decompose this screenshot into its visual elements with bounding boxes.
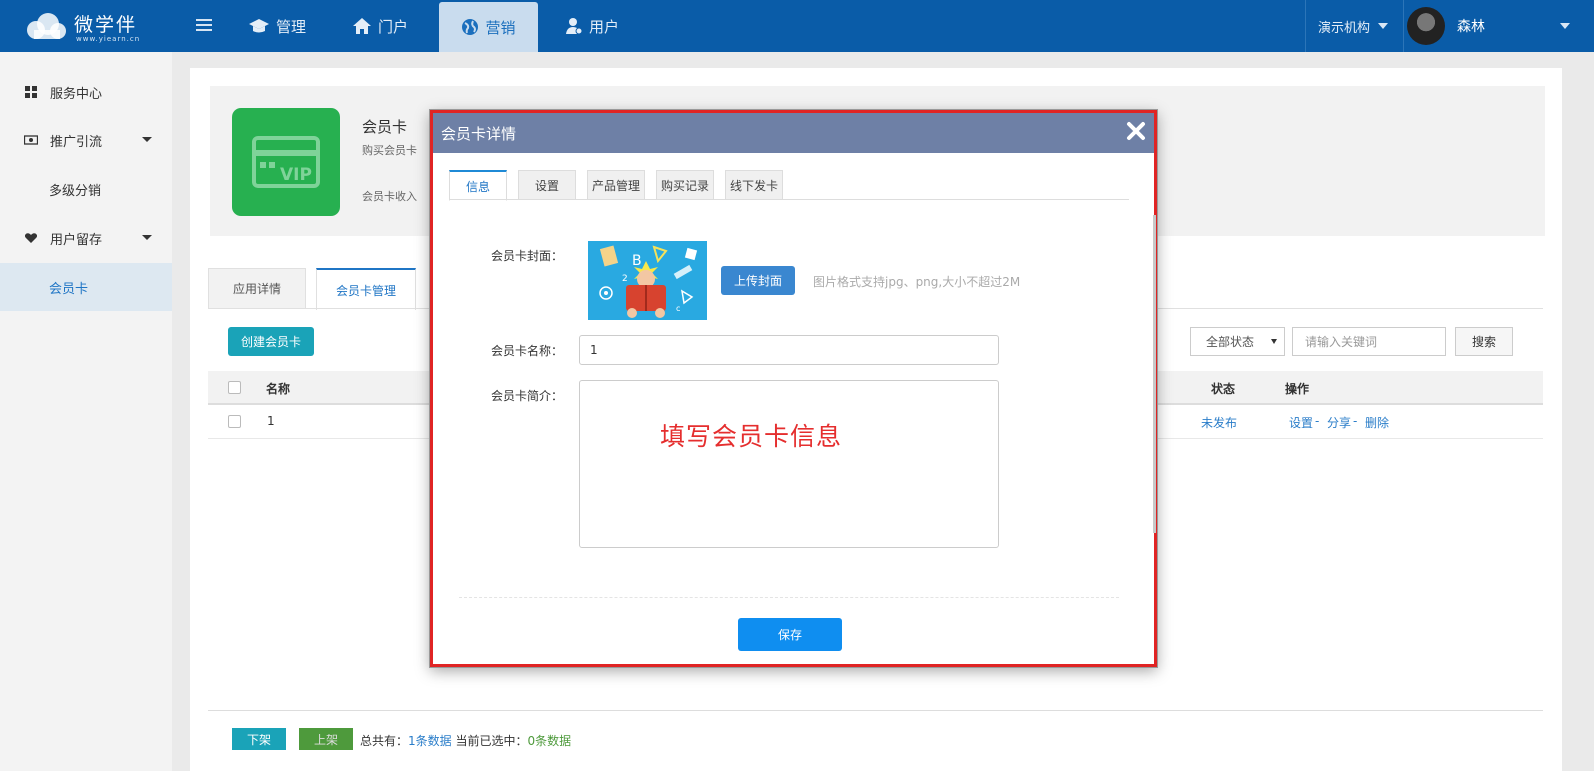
divider — [459, 597, 1119, 598]
menu-toggle-icon[interactable] — [195, 16, 213, 34]
sidebar-item-label: 会员卡 — [49, 281, 89, 297]
tab-info[interactable]: 信息 — [449, 170, 507, 201]
nav-portal[interactable]: 门户 — [352, 0, 408, 52]
divider — [449, 199, 1129, 200]
tab-settings[interactable]: 设置 — [518, 170, 576, 200]
row-action-settings[interactable]: 设置 — [1289, 414, 1313, 431]
row-name: 1 — [267, 414, 275, 428]
nav-manage[interactable]: 管理 — [248, 0, 306, 52]
chevron-down-icon — [142, 235, 152, 240]
cloud-logo-icon — [27, 13, 66, 39]
chevron-down-icon — [142, 137, 152, 142]
search-button[interactable]: 搜索 — [1455, 327, 1513, 356]
vip-label: VIP — [280, 165, 312, 185]
home-icon — [352, 17, 372, 35]
user-icon — [565, 17, 583, 35]
top-navbar: 微学伴 www.yiearn.cn 管理 门户 营销 用户 演示机构 森林 — [0, 0, 1594, 52]
close-icon[interactable] — [1126, 121, 1146, 141]
sidebar-item-label: 用户留存 — [50, 232, 103, 248]
sidebar-item-member-card[interactable]: 会员卡 — [0, 263, 172, 311]
status-filter-select[interactable]: 全部状态 — [1190, 327, 1285, 356]
selection-summary: 总共有：1条数据 当前已选中：0条数据 — [360, 734, 572, 748]
annotation-text: 填写会员卡信息 — [660, 422, 843, 451]
upload-cover-button[interactable]: 上传封面 — [721, 266, 795, 295]
sidebar-item-service-center[interactable]: 服务中心 — [0, 68, 172, 116]
app-title: 会员卡 — [362, 118, 408, 136]
sidebar-item-label: 服务中心 — [50, 86, 103, 102]
app-income: 会员卡收入 — [362, 190, 417, 203]
chevron-down-icon — [1271, 339, 1277, 344]
create-card-button[interactable]: 创建会员卡 — [228, 327, 314, 356]
logo[interactable]: 微学伴 www.yiearn.cn — [22, 8, 152, 44]
row-status: 未发布 — [1201, 416, 1238, 430]
selected-count: 0条数据 — [527, 734, 572, 748]
sidebar-item-retention[interactable]: 用户留存 — [0, 214, 172, 262]
row-action-share[interactable]: 分享 — [1327, 414, 1351, 431]
cover-image[interactable]: B 2 c — [588, 241, 707, 320]
sidebar-item-promotion[interactable]: 推广引流 — [0, 116, 172, 164]
money-icon — [24, 133, 38, 147]
keyword-input[interactable]: 请输入关键词 — [1292, 327, 1446, 356]
save-button[interactable]: 保存 — [738, 618, 842, 651]
nav-marketing[interactable]: 营销 — [439, 2, 538, 52]
name-label: 会员卡名称： — [491, 344, 564, 358]
chevron-down-icon — [1560, 23, 1570, 29]
brand-name: 微学伴 — [74, 14, 138, 36]
cover-label: 会员卡封面： — [491, 249, 564, 263]
sidebar: 服务中心 推广引流 多级分销 用户留存 会员卡 — [0, 52, 172, 771]
dialog-title: 会员卡详情 — [441, 125, 517, 143]
total-count: 1条数据 — [408, 734, 452, 748]
scrollbar[interactable] — [1153, 215, 1156, 533]
column-name: 名称 — [266, 382, 291, 396]
grid-icon — [24, 85, 38, 99]
publish-button[interactable]: 上架 — [299, 728, 353, 750]
dialog-header: 会员卡详情 — [433, 113, 1154, 153]
card-name-field[interactable]: 1 — [579, 335, 999, 365]
heart-icon — [24, 231, 38, 245]
column-actions: 操作 — [1285, 382, 1310, 396]
brand-site: www.yiearn.cn — [76, 35, 141, 43]
svg-text:c: c — [676, 304, 680, 313]
vip-card-app-icon: VIP — [232, 108, 340, 216]
nav-portal-label: 门户 — [378, 17, 409, 36]
username: 森林 — [1457, 19, 1485, 35]
tab-app-details[interactable]: 应用详情 — [208, 268, 306, 308]
tab-card-management[interactable]: 会员卡管理 — [316, 268, 416, 310]
nav-manage-label: 管理 — [276, 17, 307, 36]
globe-icon — [461, 18, 479, 36]
member-card-detail-dialog: 会员卡详情 信息 设置 产品管理 购买记录 线下发卡 会员卡封面： B 2 c … — [430, 110, 1157, 667]
sidebar-item-label: 多级分销 — [49, 183, 102, 199]
divider — [208, 710, 1543, 711]
nav-users[interactable]: 用户 — [565, 0, 619, 52]
upload-hint: 图片格式支持jpg、png,大小不超过2M — [813, 275, 1021, 289]
org-selector[interactable]: 演示机构 — [1305, 0, 1403, 52]
status-filter-value: 全部状态 — [1206, 335, 1255, 349]
card-intro-textarea[interactable]: 填写会员卡信息 — [579, 380, 999, 548]
reading-child-illustration: B 2 c — [599, 245, 698, 318]
tab-products[interactable]: 产品管理 — [587, 170, 645, 200]
intro-label: 会员卡简介： — [491, 389, 564, 403]
unpublish-button[interactable]: 下架 — [232, 728, 286, 750]
app-description: 购买会员卡 — [362, 144, 417, 157]
sidebar-item-label: 推广引流 — [50, 134, 103, 150]
org-name: 演示机构 — [1318, 20, 1371, 36]
select-all-checkbox[interactable] — [228, 381, 241, 394]
column-status: 状态 — [1211, 382, 1236, 396]
sidebar-item-distribution[interactable]: 多级分销 — [0, 165, 172, 213]
graduation-cap-icon — [248, 18, 270, 34]
svg-text:B: B — [632, 253, 642, 269]
chevron-down-icon — [1378, 23, 1388, 29]
tab-purchase-records[interactable]: 购买记录 — [656, 170, 714, 200]
nav-marketing-label: 营销 — [485, 18, 516, 37]
nav-users-label: 用户 — [589, 17, 620, 36]
avatar — [1407, 7, 1445, 45]
tab-offline-issue[interactable]: 线下发卡 — [725, 170, 783, 200]
row-checkbox[interactable] — [228, 415, 241, 428]
row-action-delete[interactable]: 删除 — [1365, 414, 1389, 431]
svg-text:2: 2 — [622, 274, 628, 284]
user-menu[interactable]: 森林 — [1403, 0, 1594, 52]
